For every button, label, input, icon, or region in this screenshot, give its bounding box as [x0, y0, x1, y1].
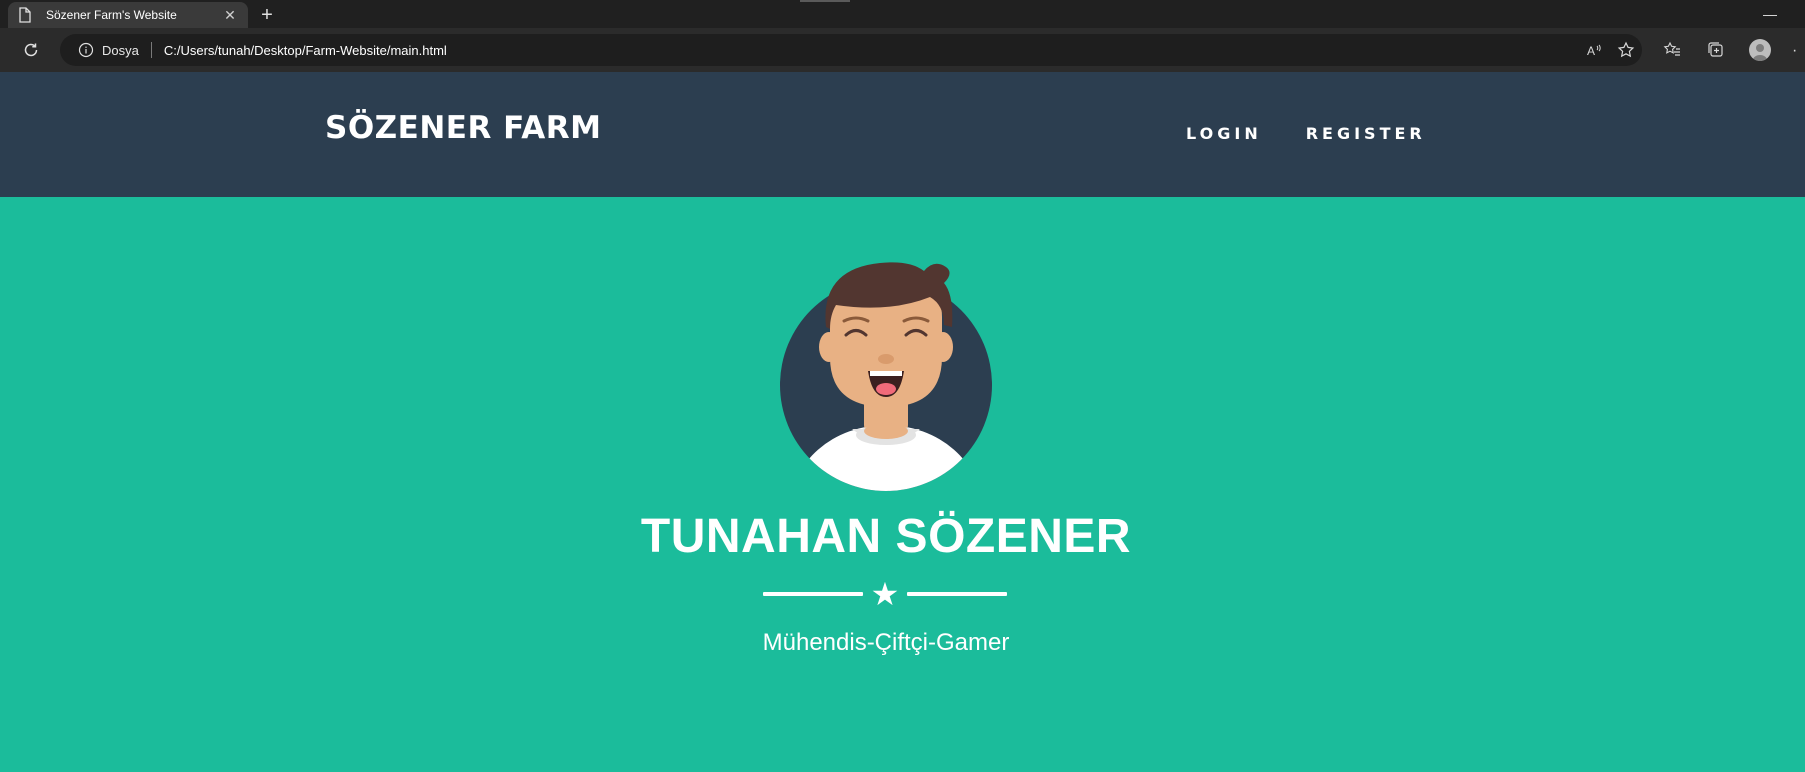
new-tab-button[interactable]: +	[256, 4, 278, 26]
close-icon[interactable]: ✕	[222, 7, 238, 23]
star-icon: ★	[870, 576, 900, 612]
address-bar[interactable]: Dosya C:/Users/tunah/Desktop/Farm-Websit…	[60, 34, 1642, 66]
divider-star: ★	[760, 576, 1010, 612]
reload-icon[interactable]	[20, 39, 42, 61]
address-separator	[150, 42, 152, 58]
browser-actions	[1650, 34, 1782, 66]
browser-toolbar: Dosya C:/Users/tunah/Desktop/Farm-Websit…	[0, 28, 1805, 72]
profile-name: TUNAHAN SÖZENER	[640, 510, 1132, 563]
profile-icon[interactable]	[1738, 34, 1782, 66]
svg-text:A: A	[1587, 44, 1595, 58]
page-icon	[18, 7, 34, 23]
nav-links: LOGIN REGISTER	[1186, 124, 1426, 143]
profile-subtitle: Mühendis-Çiftçi-Gamer	[762, 629, 1010, 656]
info-icon[interactable]	[78, 42, 94, 58]
protocol-label: Dosya	[102, 42, 139, 58]
collections-icon[interactable]	[1694, 34, 1738, 66]
browser-tab[interactable]: Sözener Farm's Website ✕	[8, 2, 248, 28]
favorites-list-icon[interactable]	[1650, 34, 1694, 66]
tab-title: Sözener Farm's Website	[46, 8, 177, 22]
login-link[interactable]: LOGIN	[1186, 124, 1262, 143]
register-link[interactable]: REGISTER	[1306, 124, 1426, 143]
url-text[interactable]: C:/Users/tunah/Desktop/Farm-Website/main…	[164, 43, 447, 58]
divider-line-right	[907, 592, 1007, 596]
hero-section: TUNAHAN SÖZENER ★ Mühendis-Çiftçi-Gamer	[0, 197, 1805, 772]
read-aloud-icon[interactable]: A	[1578, 34, 1610, 66]
site-brand[interactable]: SÖZENER FARM	[325, 110, 601, 146]
profile-avatar	[770, 247, 1002, 492]
address-bar-actions: A	[1578, 34, 1642, 66]
favorite-star-icon[interactable]	[1610, 34, 1642, 66]
browser-tab-strip: Sözener Farm's Website ✕ + —	[0, 0, 1805, 28]
site-navbar: SÖZENER FARM LOGIN REGISTER	[0, 72, 1805, 197]
divider-line-left	[763, 592, 863, 596]
window-drag-indicator	[800, 0, 850, 2]
minimize-button[interactable]: —	[1755, 4, 1785, 24]
more-options-icon[interactable]: ·	[1792, 42, 1797, 60]
